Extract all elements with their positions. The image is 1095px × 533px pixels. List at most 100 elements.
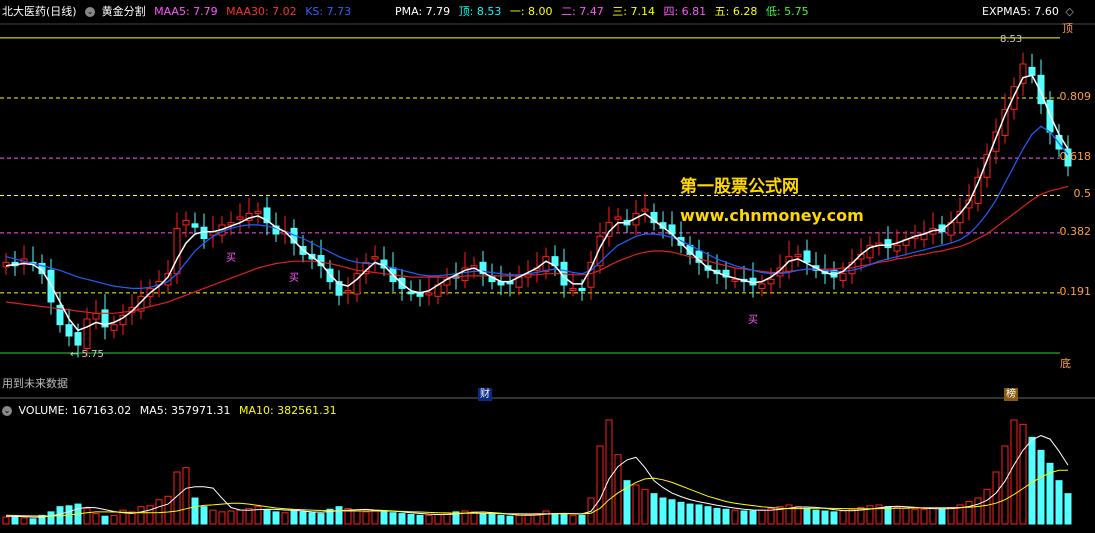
volume-bar: [1055, 480, 1063, 525]
volume-bar: [713, 507, 721, 525]
level1-value: 一: 8.00: [509, 5, 553, 18]
volume-bar: [83, 507, 91, 525]
stock-title[interactable]: 北大医药(日线): [2, 5, 77, 18]
volume-bar: [20, 517, 28, 525]
candle-body: [731, 278, 739, 282]
volume-bar: [965, 500, 973, 525]
volume-bar: [1010, 419, 1018, 525]
candle-body: [371, 256, 379, 260]
candle-body: [542, 256, 550, 272]
volume-bar: [515, 514, 523, 525]
volume-bar: [1037, 449, 1045, 525]
volume-value: VOLUME: 167163.02: [18, 404, 132, 417]
volume-bar: [704, 506, 712, 525]
volume-bar: [794, 506, 802, 525]
volume-bar: [146, 505, 154, 525]
low-value: 低: 5.75: [765, 5, 809, 18]
candle-body: [407, 291, 415, 295]
candle-body: [767, 278, 775, 285]
volume-bar: [47, 511, 55, 525]
volume-bar: [668, 499, 676, 525]
candle-body: [92, 312, 100, 320]
volume-bar: [218, 511, 226, 525]
volume-bar: [506, 515, 514, 525]
volume-bar: [191, 497, 199, 525]
buy-signal-0: 买: [226, 252, 236, 264]
high-marker-label: 8.53: [1000, 34, 1022, 45]
volume-bar: [2, 516, 10, 525]
volume-bar: [560, 513, 568, 525]
level-label-2: 0.618: [1059, 150, 1092, 164]
volume-bar: [605, 419, 613, 525]
candle-body: [587, 261, 595, 288]
settings-diamond-icon[interactable]: ◇: [1065, 5, 1073, 18]
dropdown-icon[interactable]: ⌄: [85, 7, 96, 17]
level5-value: 五: 6.28: [714, 5, 758, 18]
volume-bar: [524, 513, 532, 525]
candle-body: [758, 283, 766, 289]
volume-bar: [659, 497, 667, 525]
volume-bar: [236, 509, 244, 525]
level3-value: 三: 7.14: [612, 5, 655, 18]
volume-bar: [353, 510, 361, 525]
volume-bar: [362, 511, 370, 525]
volume-header: ⌄ VOLUME: 167163.02 MA5: 357971.31 MA10:…: [2, 404, 342, 418]
chart-header: 北大医药(日线) ⌄ 黄金分割 MAA5: 7.79 MAA30: 7.02 K…: [2, 5, 356, 19]
expma-value: EXPMA5: 7.60: [982, 5, 1059, 18]
ma-red-line: [5, 185, 1069, 314]
level-label-4: 0.382: [1059, 224, 1092, 238]
top-value: 顶: 8.53: [458, 5, 502, 18]
volume-bar: [551, 513, 559, 525]
volume-bar: [632, 484, 640, 525]
low-marker-label: ← 5.75: [70, 349, 104, 360]
candle-body: [173, 227, 181, 275]
volume-bar: [101, 515, 109, 525]
volume-bar: [767, 507, 775, 525]
expma-header: EXPMA5: 7.60 ◇: [982, 5, 1074, 19]
volume-bar: [740, 510, 748, 525]
volume-bar: [398, 513, 406, 525]
volume-bar: [290, 509, 298, 525]
chart-stage: 8.53 ← 5.75 北大医药(日线) ⌄ 黄金分割 MAA5: 7.79 MA…: [0, 0, 1095, 530]
bottom-level-tag: 底: [1060, 357, 1071, 370]
volume-bar: [317, 513, 325, 525]
rank-tag[interactable]: 榜: [1004, 388, 1018, 401]
volume-bar: [200, 506, 208, 525]
candle-body: [803, 250, 811, 263]
candle-body: [344, 290, 352, 294]
volume-bar: [479, 513, 487, 525]
volume-bar: [650, 493, 658, 525]
volume-bar: [803, 507, 811, 525]
candle-body: [182, 219, 190, 226]
volume-bar: [830, 511, 838, 525]
volume-bar: [749, 510, 757, 525]
volume-bar: [893, 507, 901, 525]
volume-bar: [695, 504, 703, 525]
volume-bar: [911, 508, 919, 525]
volume-bar: [497, 514, 505, 525]
volume-bar: [569, 514, 577, 525]
candle-body: [191, 223, 199, 228]
volume-bar: [407, 513, 415, 525]
candle-body: [110, 324, 118, 331]
volume-bar: [1019, 423, 1027, 525]
candle-body: [839, 273, 847, 281]
level2-value: 二: 7.47: [561, 5, 604, 18]
volume-bar: [542, 510, 550, 525]
volume-bar: [11, 515, 19, 525]
volume-bar: [578, 514, 586, 525]
volume-ma10-value: MA10: 382561.31: [238, 404, 337, 417]
volume-bar: [686, 503, 694, 525]
volume-bar: [263, 509, 271, 525]
candle-body: [65, 324, 73, 337]
volume-dropdown-icon[interactable]: ⌄: [2, 406, 12, 416]
candle-body: [893, 244, 901, 252]
volume-bar: [434, 513, 442, 525]
volume-bar: [92, 513, 100, 525]
formula-name[interactable]: 黄金分割: [102, 5, 146, 18]
volume-bar: [596, 445, 604, 525]
volume-bar: [110, 514, 118, 525]
volume-bar: [227, 510, 235, 525]
finance-tag[interactable]: 财: [478, 388, 492, 401]
volume-bar: [209, 509, 217, 525]
